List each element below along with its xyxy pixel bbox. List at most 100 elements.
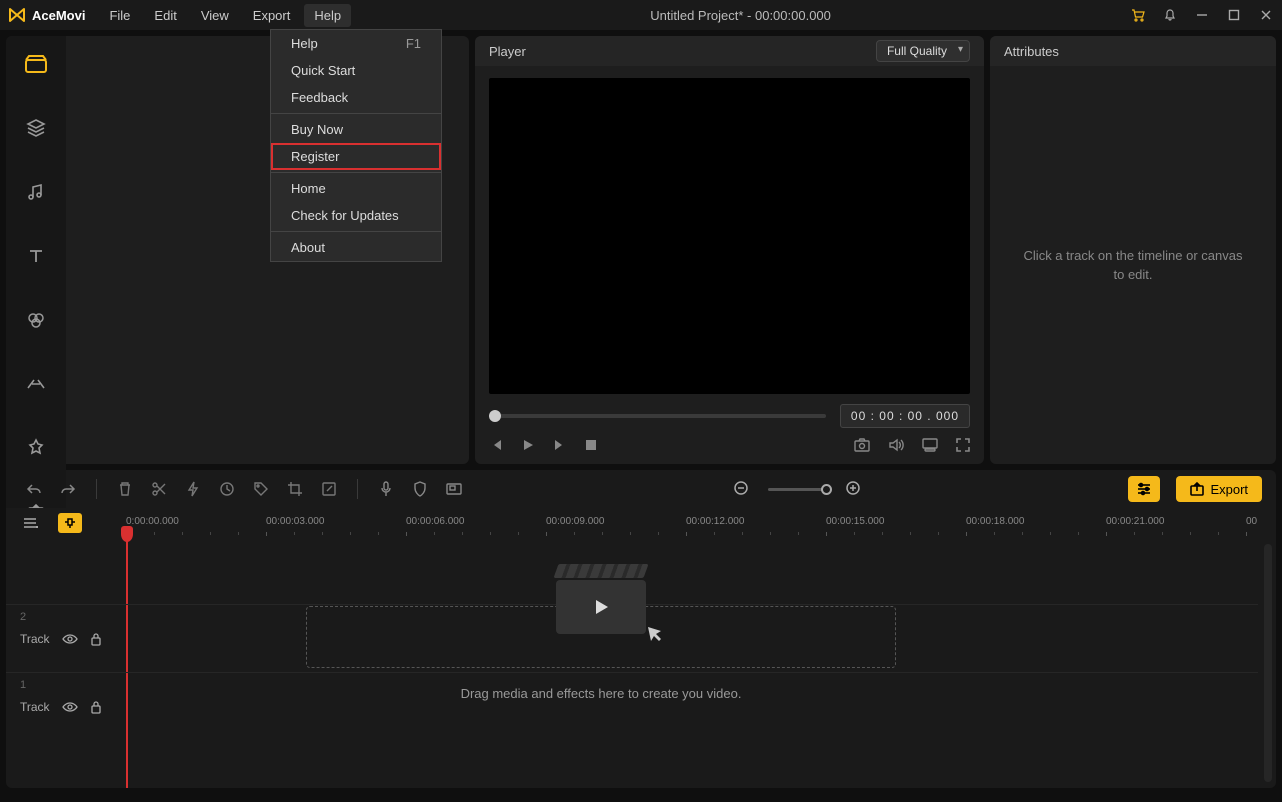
help-menu-about[interactable]: About xyxy=(271,234,441,261)
player-controls xyxy=(475,428,984,464)
stop-button[interactable] xyxy=(585,438,597,452)
help-dropdown: Help F1 Quick Start Feedback Buy Now Regi… xyxy=(270,29,442,262)
timeline-snap-button[interactable] xyxy=(58,513,82,533)
help-menu-help-shortcut: F1 xyxy=(406,36,421,51)
redo-button[interactable] xyxy=(54,475,82,503)
player-header: Player Full Quality xyxy=(475,36,984,66)
zoom-knob[interactable] xyxy=(821,484,832,495)
zoom-in-button[interactable] xyxy=(840,475,868,503)
sidebar-media-icon[interactable] xyxy=(18,46,54,82)
ruler-tick: 00:00:06.000 xyxy=(406,516,464,527)
timeline-header: 0:00:00.000 00:00:03.000 00:00:06.000 00:00… xyxy=(6,508,1276,538)
display-icon[interactable] xyxy=(922,438,938,452)
speed-button[interactable] xyxy=(179,475,207,503)
timeline: 0:00:00.000 00:00:03.000 00:00:06.000 00:00… xyxy=(6,508,1276,788)
help-menu-feedback[interactable]: Feedback xyxy=(271,84,441,111)
help-menu-quickstart[interactable]: Quick Start xyxy=(271,57,441,84)
adjust-button[interactable] xyxy=(1128,476,1160,502)
timeline-add-track-button[interactable] xyxy=(20,516,38,530)
timeline-scrollbar[interactable] xyxy=(1264,544,1272,782)
ruler-tick: 0:00:00.000 xyxy=(126,516,179,527)
prev-frame-button[interactable] xyxy=(489,438,503,452)
menu-view[interactable]: View xyxy=(191,4,239,27)
export-label: Export xyxy=(1210,482,1248,497)
attributes-empty-text: Click a track on the timeline or canvas … xyxy=(990,66,1276,464)
dropdown-separator xyxy=(271,113,441,114)
maximize-button[interactable] xyxy=(1226,7,1242,23)
menu-file[interactable]: File xyxy=(99,4,140,27)
help-menu-home[interactable]: Home xyxy=(271,175,441,202)
player-panel: Player Full Quality 00 : 00 : 00 . 000 xyxy=(475,36,984,464)
lock-icon[interactable] xyxy=(90,700,102,714)
voiceover-button[interactable] xyxy=(372,475,400,503)
export-button[interactable]: Export xyxy=(1176,476,1262,502)
snapshot-icon[interactable] xyxy=(854,438,870,452)
next-frame-button[interactable] xyxy=(553,438,567,452)
fullscreen-icon[interactable] xyxy=(956,438,970,452)
track-label: Track xyxy=(20,632,50,646)
menu-export[interactable]: Export xyxy=(243,4,301,27)
tag-button[interactable] xyxy=(247,475,275,503)
aspect-button[interactable] xyxy=(440,475,468,503)
lock-icon[interactable] xyxy=(90,632,102,646)
seek-knob[interactable] xyxy=(489,410,501,422)
toolbar-separator xyxy=(357,479,358,499)
sidebar-text-icon[interactable] xyxy=(18,238,54,274)
crop-button[interactable] xyxy=(281,475,309,503)
undo-button[interactable] xyxy=(20,475,48,503)
timeline-dropzone[interactable]: Drag media and effects here to create yo… xyxy=(306,564,896,784)
ruler-tick: 00:00:03.000 xyxy=(266,516,324,527)
timeline-ruler[interactable]: 0:00:00.000 00:00:03.000 00:00:06.000 00:00… xyxy=(126,508,1258,538)
ruler-tick: 00:00:12.000 xyxy=(686,516,744,527)
sidebar-effects-icon[interactable] xyxy=(18,430,54,466)
visibility-icon[interactable] xyxy=(62,633,78,645)
play-button[interactable] xyxy=(521,438,535,452)
sidebar-audio-icon[interactable] xyxy=(18,174,54,210)
visibility-icon[interactable] xyxy=(62,701,78,713)
help-menu-help[interactable]: Help F1 xyxy=(271,30,441,57)
sidebar-transitions-icon[interactable] xyxy=(18,366,54,402)
logo-icon xyxy=(8,6,26,24)
ruler-tick: 00:00:09.000 xyxy=(546,516,604,527)
sidebar-filters-icon[interactable] xyxy=(18,302,54,338)
menu-help[interactable]: Help xyxy=(304,4,351,27)
ruler-tick: 00:00:15.000 xyxy=(826,516,884,527)
toolbar-separator xyxy=(96,479,97,499)
close-button[interactable] xyxy=(1258,7,1274,23)
timeline-toolbar: Export xyxy=(6,470,1276,508)
seek-bar[interactable] xyxy=(489,414,826,418)
help-menu-register[interactable]: Register xyxy=(271,143,441,170)
minimize-button[interactable] xyxy=(1194,7,1210,23)
app-logo: AceMovi xyxy=(8,6,85,24)
help-menu-help-label: Help xyxy=(291,36,318,51)
menu-items: File Edit View Export Help xyxy=(99,4,351,27)
delete-button[interactable] xyxy=(111,475,139,503)
ruler-tick: 00 xyxy=(1246,516,1257,527)
split-button[interactable] xyxy=(145,475,173,503)
quality-dropdown[interactable]: Full Quality xyxy=(876,40,970,62)
volume-icon[interactable] xyxy=(888,438,904,452)
help-menu-buynow[interactable]: Buy Now xyxy=(271,116,441,143)
seek-row: 00 : 00 : 00 . 000 xyxy=(475,394,984,428)
dropzone-graphic xyxy=(556,564,646,636)
sidebar-layers-icon[interactable] xyxy=(18,110,54,146)
app-name: AceMovi xyxy=(32,8,85,23)
track-label: Track xyxy=(20,700,50,714)
dropdown-separator xyxy=(271,231,441,232)
shield-button[interactable] xyxy=(406,475,434,503)
help-menu-updates[interactable]: Check for Updates xyxy=(271,202,441,229)
zoom-out-button[interactable] xyxy=(728,475,756,503)
dropzone-text: Drag media and effects here to create yo… xyxy=(306,686,896,701)
attributes-panel: Attributes Click a track on the timeline… xyxy=(990,36,1276,464)
export-icon xyxy=(1190,482,1204,496)
player-viewport[interactable] xyxy=(489,78,970,394)
edit-button[interactable] xyxy=(315,475,343,503)
menu-edit[interactable]: Edit xyxy=(144,4,186,27)
cart-icon[interactable] xyxy=(1130,7,1146,23)
track-number: 1 xyxy=(20,679,26,691)
window-controls xyxy=(1130,7,1274,23)
reverse-button[interactable] xyxy=(213,475,241,503)
bell-icon[interactable] xyxy=(1162,7,1178,23)
menubar: AceMovi File Edit View Export Help Untit… xyxy=(0,0,1282,30)
zoom-slider[interactable] xyxy=(768,488,828,491)
